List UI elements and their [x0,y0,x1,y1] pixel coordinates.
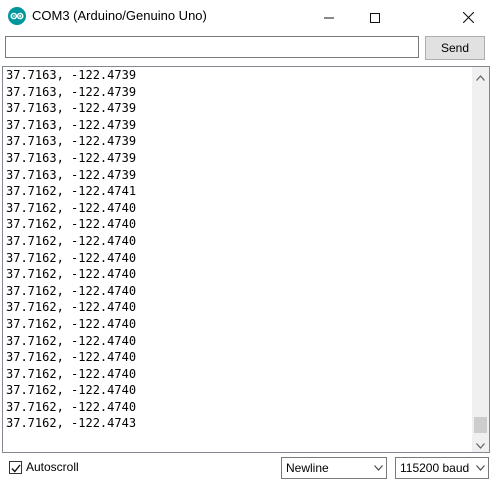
maximize-button[interactable] [352,0,398,34]
output-line: 37.7162, -122.4740 [6,399,137,414]
scroll-up-button[interactable] [472,67,489,84]
minimize-icon [324,8,334,27]
baud-rate-value: 115200 baud [400,461,470,475]
output-line: 37.7162, -122.4740 [6,267,137,282]
output-line: 37.7162, -122.4740 [6,200,137,215]
chevron-down-icon [472,465,488,471]
scroll-down-button[interactable] [472,435,489,452]
chevron-up-icon [476,67,485,85]
output-line: 37.7163, -122.4739 [6,134,137,149]
output-line: 37.7162, -122.4740 [6,350,137,365]
window-title: COM3 (Arduino/Genuino Uno) [32,8,207,23]
send-button[interactable]: Send [425,36,485,60]
checkmark-icon [10,458,21,477]
autoscroll-checkbox[interactable] [9,458,22,477]
output-line: 37.7162, -122.4740 [6,283,137,298]
bottom-bar: Autoscroll Newline 115200 baud [0,453,491,480]
output-line: 37.7162, -122.4740 [6,217,137,232]
output-line: 37.7162, -122.4740 [6,383,137,398]
chevron-down-icon [370,465,386,471]
close-icon [462,8,474,27]
output-line: 37.7163, -122.4739 [6,68,137,82]
serial-output-area[interactable]: 37.7163, -122.4739 37.7163, -122.4739 37.7… [2,66,490,453]
close-button[interactable] [445,0,491,34]
baud-rate-select[interactable]: 115200 baud [395,457,489,479]
output-line: 37.7163, -122.4739 [6,150,137,165]
minimize-button[interactable] [306,0,352,34]
output-line: 37.7162, -122.4740 [6,233,137,248]
title-bar[interactable]: COM3 (Arduino/Genuino Uno) [0,0,491,34]
output-line: 37.7162, -122.4741 [6,184,137,199]
output-line: 37.7162, -122.4743 [6,416,137,431]
autoscroll-label: Autoscroll [26,460,79,474]
line-ending-value: Newline [286,461,329,475]
maximize-icon [370,8,380,27]
output-line: 37.7163, -122.4739 [6,167,137,182]
output-line: 37.7163, -122.4739 [6,84,137,99]
arduino-logo-icon [8,7,26,25]
output-line: 37.7162, -122.4740 [6,250,137,265]
output-line: 37.7163, -122.4739 [6,117,137,132]
serial-output-lines: 37.7163, -122.4739 37.7163, -122.4739 37.7… [6,67,136,432]
output-line: 37.7162, -122.4740 [6,316,137,331]
serial-send-input[interactable] [5,36,419,58]
scroll-thumb[interactable] [474,417,487,433]
send-bar: Send [0,34,491,66]
output-line: 37.7162, -122.4740 [6,300,137,315]
output-line: 37.7163, -122.4739 [6,101,137,116]
output-line: 37.7162, -122.4740 [6,366,137,381]
line-ending-select[interactable]: Newline [281,457,387,479]
vertical-scrollbar[interactable] [472,67,489,452]
chevron-down-icon [476,434,485,452]
output-line: 37.7162, -122.4740 [6,333,137,348]
autoscroll-toggle[interactable]: Autoscroll [9,460,79,474]
